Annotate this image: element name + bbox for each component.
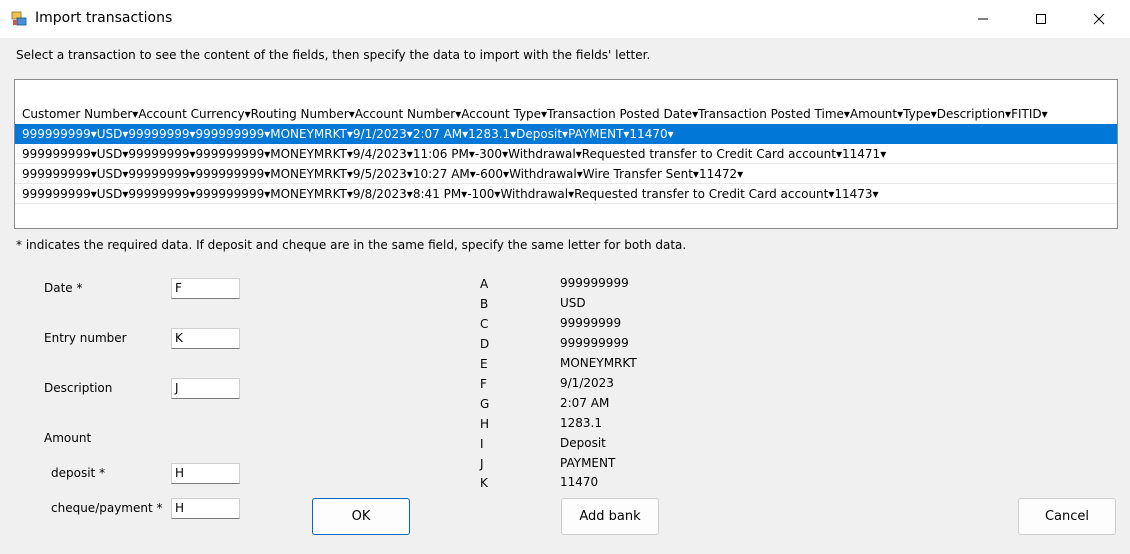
minimize-icon <box>978 18 988 20</box>
maximize-button[interactable] <box>1012 0 1070 38</box>
field-letter: D <box>480 337 490 351</box>
field-value: 99999999 <box>560 316 622 330</box>
cheque-payment-label: cheque/payment * <box>51 501 163 515</box>
field-letter: C <box>480 317 489 331</box>
field-letter: K <box>480 476 488 490</box>
description-label: Description <box>44 381 113 395</box>
date-input[interactable]: F <box>171 278 240 299</box>
field-value: 11470 <box>560 475 599 489</box>
close-button[interactable] <box>1070 0 1128 38</box>
field-letter: J <box>480 457 484 471</box>
title-bar: Import transactions <box>0 0 1130 38</box>
transaction-row-3[interactable]: 999999999▾USD▾99999999▾999999999▾MONEYMR… <box>15 164 1117 184</box>
app-icon <box>11 11 27 27</box>
field-value: Deposit <box>560 436 606 450</box>
amount-label: Amount <box>44 431 92 445</box>
window-title: Import transactions <box>35 10 173 26</box>
deposit-label: deposit * <box>51 466 106 480</box>
field-value: PAYMENT <box>560 456 616 470</box>
list-header-row: Customer Number▾Account Currency▾Routing… <box>22 107 1048 121</box>
required-note: * indicates the required data. If deposi… <box>16 238 687 252</box>
transaction-row-1[interactable]: 999999999▾USD▾99999999▾999999999▾MONEYMR… <box>15 124 1117 144</box>
cheque-payment-input[interactable]: H <box>171 498 240 519</box>
field-value: 2:07 AM <box>560 396 610 410</box>
close-icon <box>1093 13 1105 25</box>
field-letter: E <box>480 357 488 371</box>
add-bank-button[interactable]: Add bank <box>561 498 659 535</box>
cancel-button[interactable]: Cancel <box>1018 498 1116 535</box>
field-letter: H <box>480 417 490 431</box>
transactions-list[interactable]: Customer Number▾Account Currency▾Routing… <box>14 79 1118 229</box>
transaction-row-2[interactable]: 999999999▾USD▾99999999▾999999999▾MONEYMR… <box>15 144 1117 164</box>
field-letter: I <box>480 437 484 451</box>
field-value: 9/1/2023 <box>560 376 614 390</box>
description-input[interactable]: J <box>171 378 240 399</box>
deposit-input[interactable]: H <box>171 463 240 484</box>
field-value: MONEYMRKT <box>560 356 637 370</box>
field-value: 1283.1 <box>560 416 602 430</box>
transaction-row-4[interactable]: 999999999▾USD▾99999999▾999999999▾MONEYMR… <box>15 184 1117 204</box>
field-letter: A <box>480 277 489 291</box>
field-value: 999999999 <box>560 336 629 350</box>
field-letter: F <box>480 377 487 391</box>
instructions-text: Select a transaction to see the content … <box>16 48 651 62</box>
field-value: 999999999 <box>560 276 629 290</box>
entry-number-input[interactable]: K <box>171 328 240 349</box>
field-letter: G <box>480 397 490 411</box>
date-label: Date * <box>44 281 83 295</box>
field-value: USD <box>560 296 586 310</box>
ok-button[interactable]: OK <box>312 498 410 535</box>
entry-number-label: Entry number <box>44 331 127 345</box>
minimize-button[interactable] <box>954 0 1012 38</box>
field-letter: B <box>480 297 489 311</box>
maximize-icon <box>1036 14 1046 24</box>
